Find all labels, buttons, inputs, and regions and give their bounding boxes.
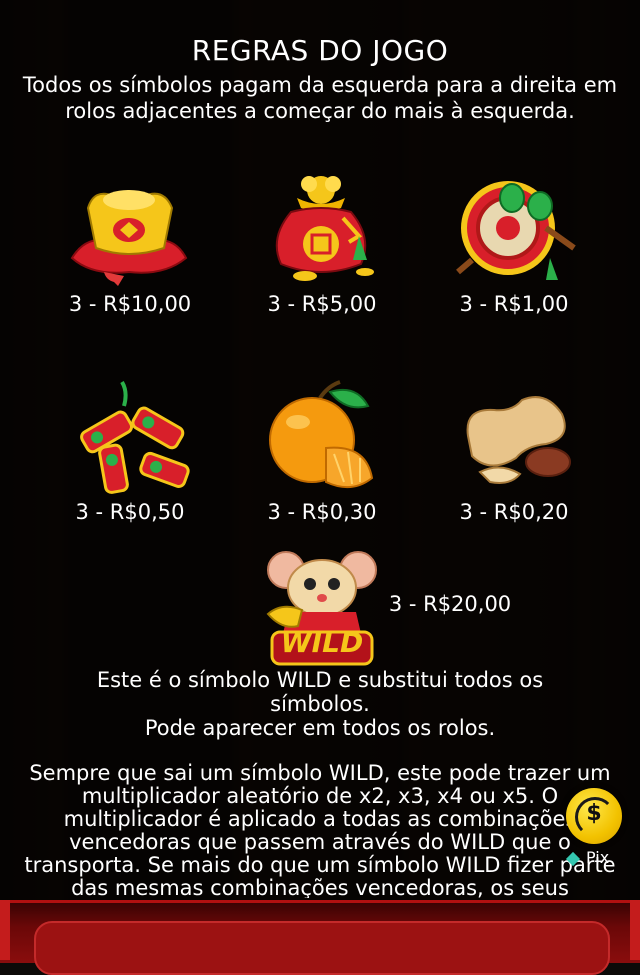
wild-desc-line2: Pode aparecer em todos os rolos. xyxy=(144,716,496,740)
peanut-icon xyxy=(440,378,590,498)
wild-desc-line1: Este é o símbolo WILD e substitui todos … xyxy=(96,668,544,716)
rules-intro: Todos os símbolos pagam da esquerda para… xyxy=(22,73,618,123)
payout-orange: 3 - R$0,30 xyxy=(267,500,377,524)
payout-money-bag: 3 - R$5,00 xyxy=(267,292,377,316)
payout-wild: 3 - R$20,00 xyxy=(388,592,512,616)
wild-multiplier-text: Sempre que sai um símbolo WILD, este pod… xyxy=(24,762,616,898)
pix-button[interactable]: $ Pix xyxy=(564,788,626,884)
wild-description: Este é o símbolo WILD e substitui todos … xyxy=(60,668,580,740)
payout-firecracker: 3 - R$0,50 xyxy=(75,500,185,524)
orange-icon xyxy=(246,378,396,498)
right-ornament xyxy=(630,900,640,960)
gold-ingot-icon xyxy=(54,168,204,288)
pix-label: Pix xyxy=(565,848,609,867)
payout-peanut: 3 - R$0,20 xyxy=(459,500,569,524)
bottom-panel-inner xyxy=(34,921,610,975)
coin-icon: $ xyxy=(566,788,622,844)
wild-badge: WILD xyxy=(280,626,364,659)
payout-gold-ingot: 3 - R$10,00 xyxy=(68,292,192,316)
pix-diamond-icon xyxy=(565,851,581,866)
firecracker-icon xyxy=(52,378,202,498)
money-bag-icon xyxy=(246,168,396,288)
rules-title: REGRAS DO JOGO xyxy=(191,34,449,67)
drum-icon xyxy=(440,168,590,288)
payout-drum: 3 - R$1,00 xyxy=(459,292,569,316)
bottom-panel xyxy=(0,900,640,975)
left-ornament xyxy=(0,900,10,960)
